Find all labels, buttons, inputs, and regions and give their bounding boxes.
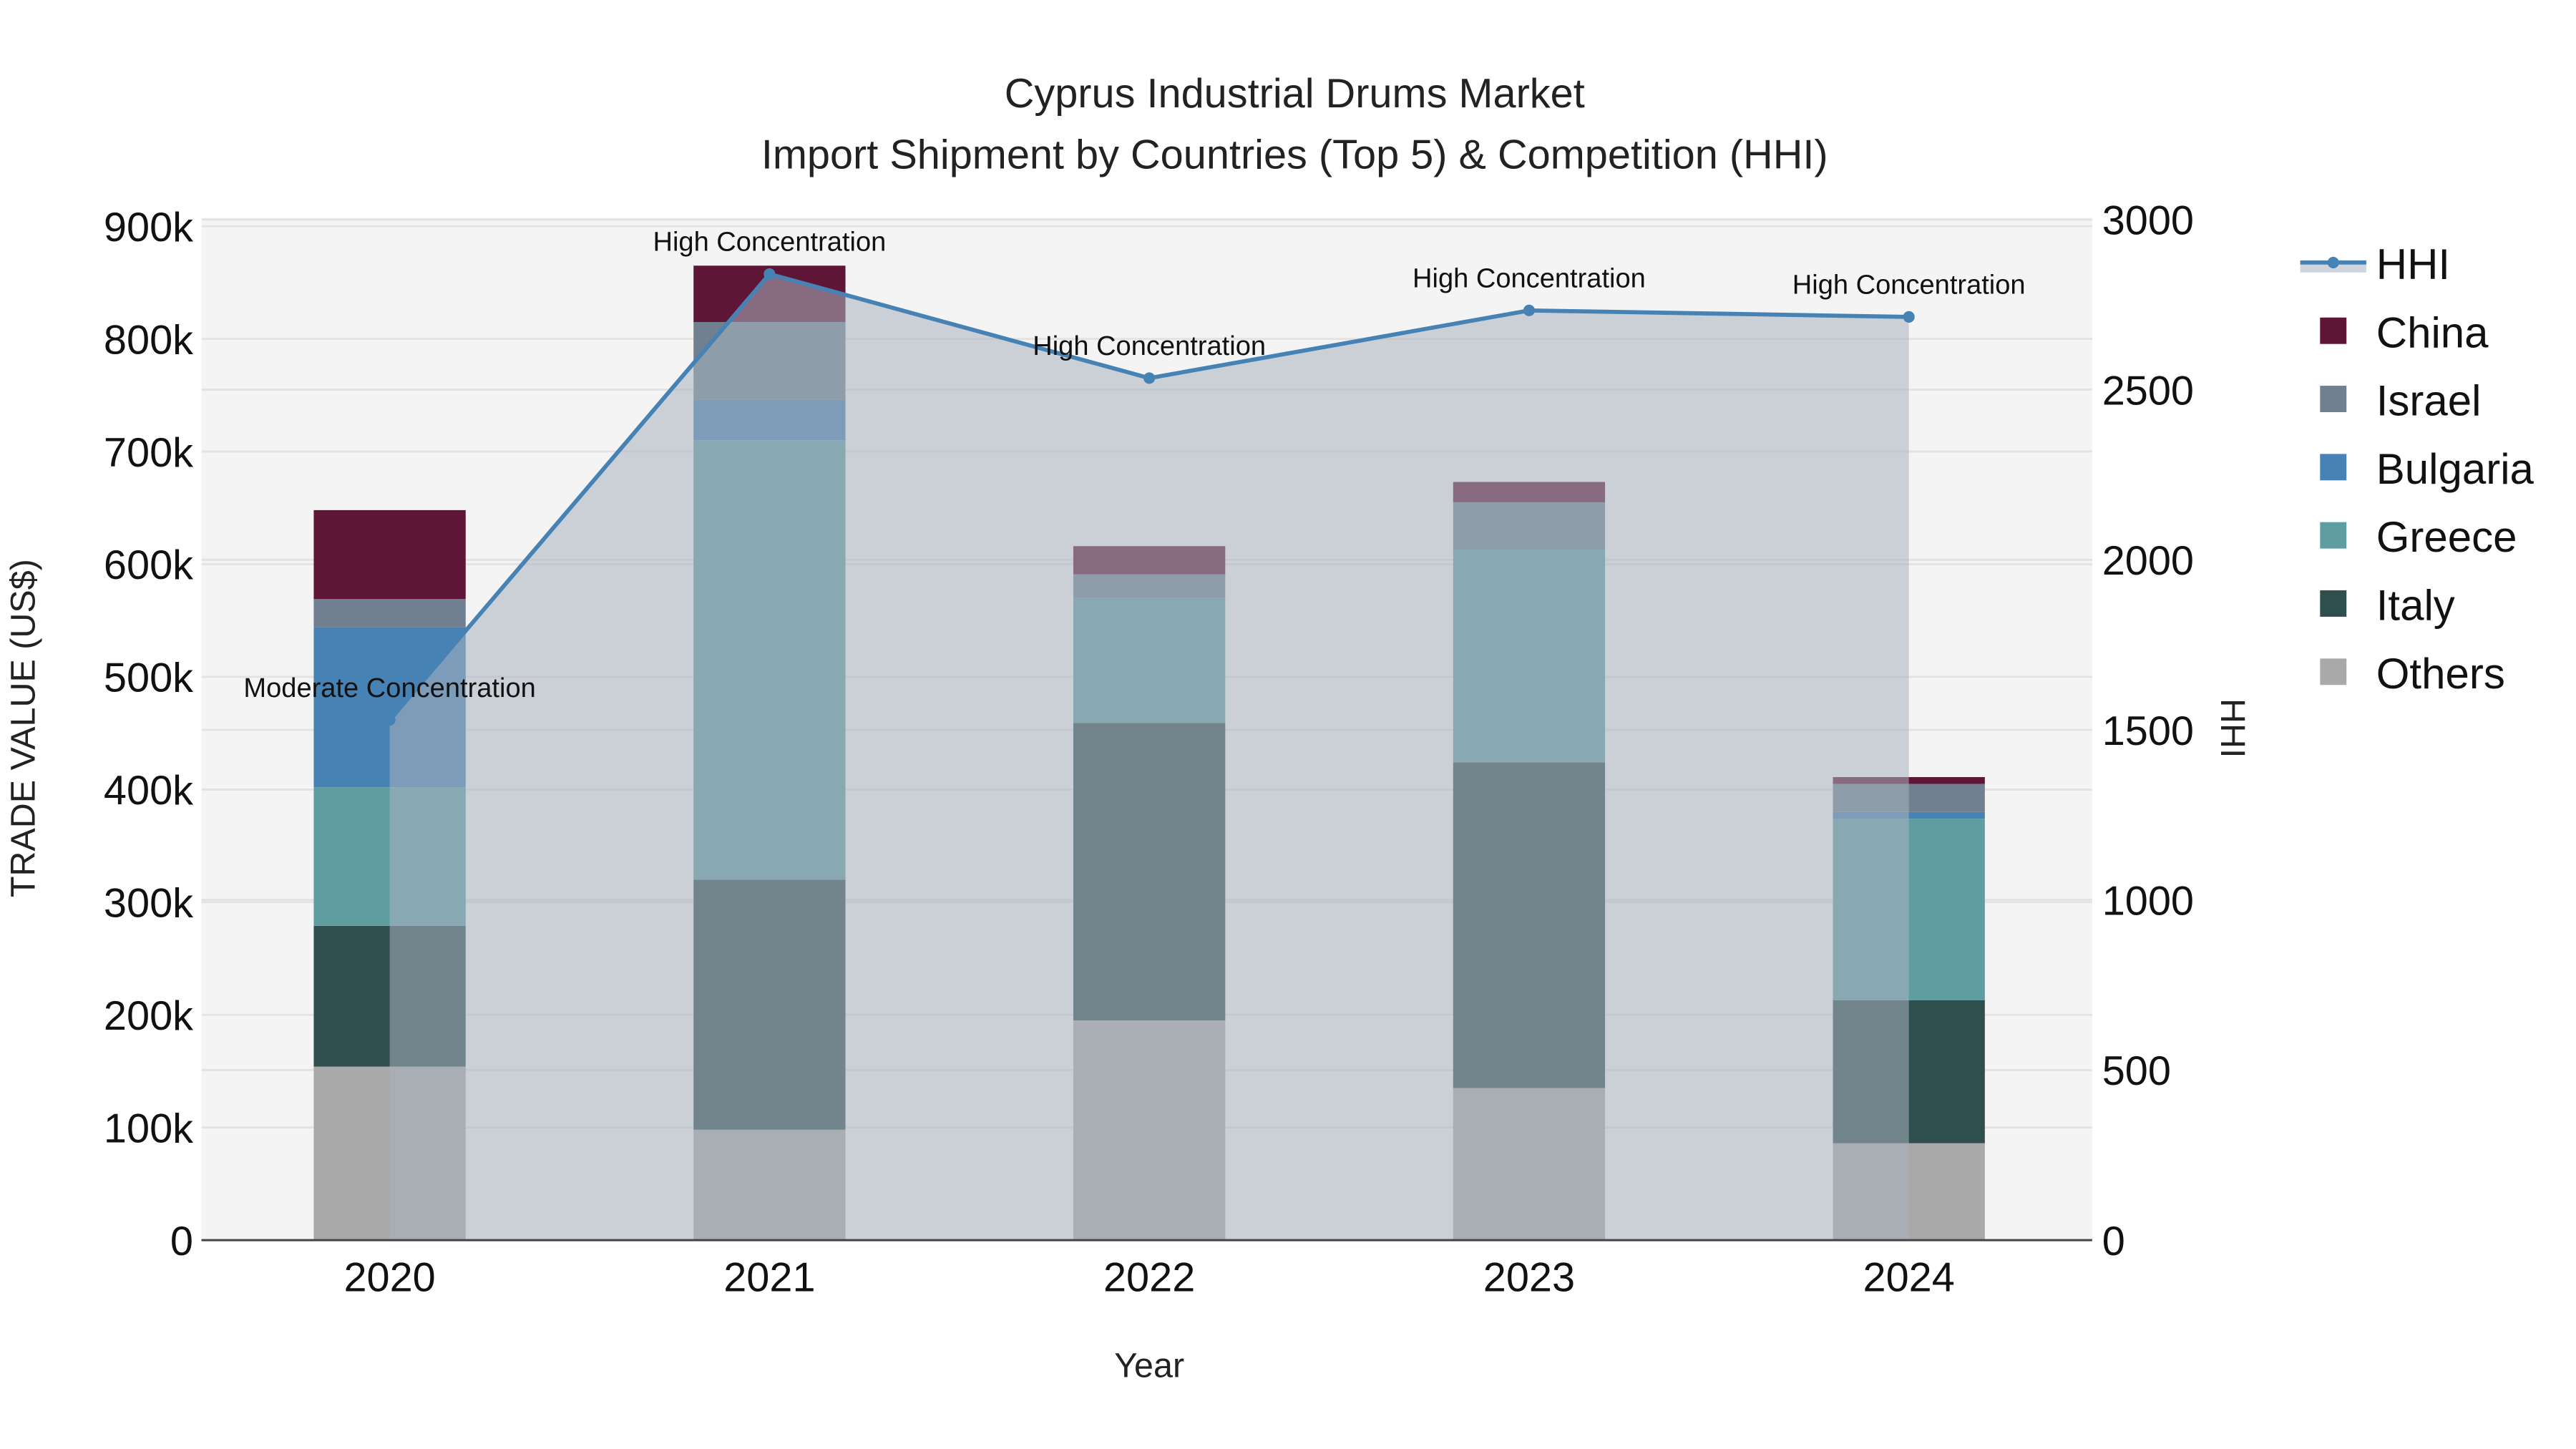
y-tick-label: 700k xyxy=(104,430,193,476)
hhi-annotation: High Concentration xyxy=(1413,264,1646,294)
chart-title: Cyprus Industrial Drums Market xyxy=(1005,71,1585,117)
legend-label: HHI xyxy=(2376,240,2450,288)
y-axis-title: TRADE VALUE (US$) xyxy=(4,559,42,897)
legend-label: Italy xyxy=(2376,582,2455,630)
hhi-point-2021 xyxy=(763,268,776,280)
y-tick-label: 100k xyxy=(104,1106,193,1151)
y2-tick-label: 0 xyxy=(2102,1219,2125,1264)
hhi-annotation: High Concentration xyxy=(1033,331,1266,361)
legend-label: Israel xyxy=(2376,377,2482,425)
legend-swatch-greece xyxy=(2320,522,2347,549)
legend-swatch-israel xyxy=(2320,386,2347,412)
legend-swatch-china xyxy=(2320,317,2347,344)
bar-china-2020 xyxy=(313,509,466,600)
legend-swatch-bulgaria xyxy=(2320,454,2347,481)
chart-subtitle: Import Shipment by Countries (Top 5) & C… xyxy=(761,132,1828,177)
x-axis-title: Year xyxy=(1114,1347,1184,1385)
y-tick-label: 600k xyxy=(104,542,193,588)
y-tick-label: 800k xyxy=(104,317,193,363)
hhi-annotation: High Concentration xyxy=(653,228,886,258)
y-tick-label: 500k xyxy=(104,655,193,701)
x-tick-label: 2020 xyxy=(343,1255,435,1301)
legend-swatch-others xyxy=(2320,658,2347,686)
hhi-point-2023 xyxy=(1523,304,1535,316)
y2-tick-label: 3000 xyxy=(2102,198,2194,244)
x-tick-label: 2021 xyxy=(723,1255,815,1301)
y2-tick-label: 2000 xyxy=(2102,538,2194,584)
x-tick-label: 2023 xyxy=(1483,1255,1575,1301)
legend-label: China xyxy=(2376,308,2489,356)
hhi-annotation: Moderate Concentration xyxy=(243,673,535,703)
chart: Moderate Concentration High Concentration… xyxy=(0,0,2576,1449)
y2-tick-label: 500 xyxy=(2102,1048,2171,1094)
hhi-point-2024 xyxy=(1903,311,1915,323)
hhi-point-2020 xyxy=(384,714,396,726)
legend-label: Others xyxy=(2376,650,2505,698)
legend-label: Greece xyxy=(2376,513,2517,561)
legend-label: Bulgaria xyxy=(2376,445,2534,493)
y-tick-label: 300k xyxy=(104,881,193,927)
y2-tick-label: 2500 xyxy=(2102,368,2194,414)
x-tick-label: 2024 xyxy=(1863,1255,1955,1301)
legend-hhi-marker xyxy=(2327,256,2339,268)
y-tick-label: 200k xyxy=(104,993,193,1039)
y-tick-label: 900k xyxy=(104,205,193,250)
y-tick-label: 400k xyxy=(104,768,193,814)
y2-axis-title: HHI xyxy=(2213,698,2252,758)
legend-swatch-italy xyxy=(2320,590,2347,617)
hhi-point-2022 xyxy=(1143,372,1156,384)
y2-tick-label: 1000 xyxy=(2102,878,2194,924)
y2-tick-label: 1500 xyxy=(2102,708,2194,754)
bar-israel-2020 xyxy=(313,599,466,628)
hhi-annotation: High Concentration xyxy=(1792,270,2026,301)
x-tick-label: 2022 xyxy=(1103,1255,1195,1301)
y-tick-label: 0 xyxy=(170,1219,193,1264)
